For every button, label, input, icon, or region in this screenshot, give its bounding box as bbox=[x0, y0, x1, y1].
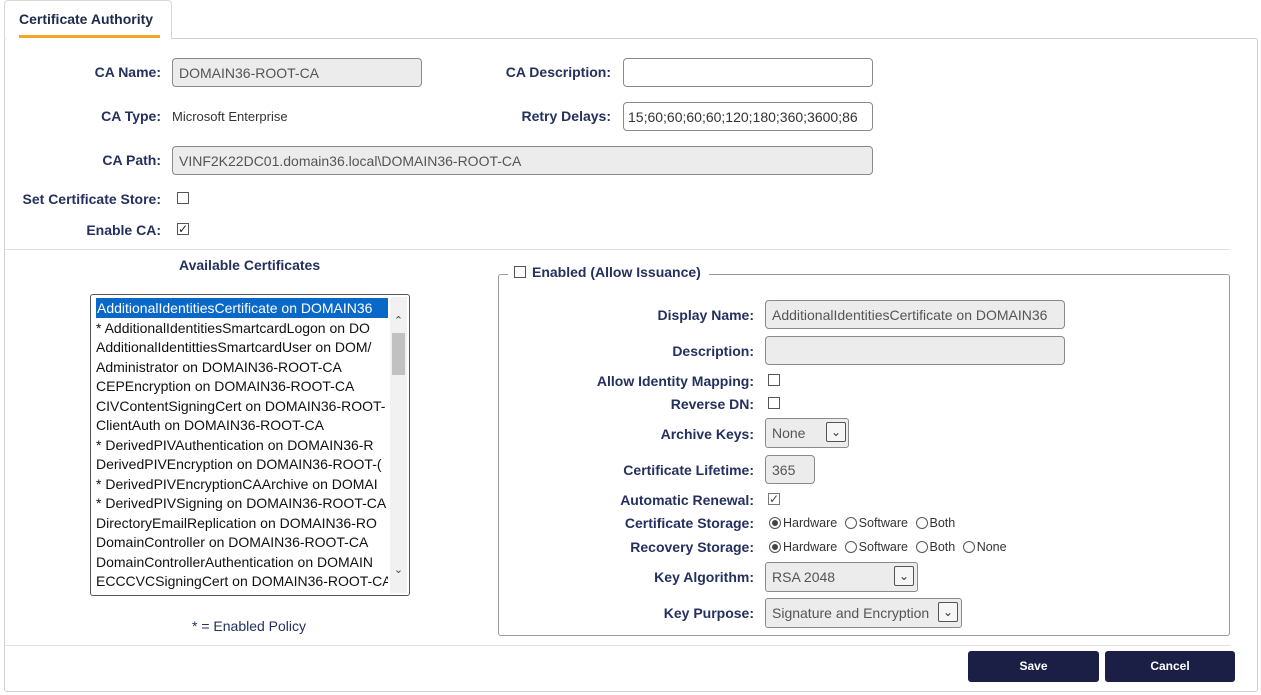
description-field[interactable] bbox=[765, 336, 1065, 365]
cert-storage-software[interactable]: Software bbox=[844, 516, 909, 530]
display-name-label: Display Name: bbox=[657, 307, 754, 323]
certificate-list[interactable]: AdditionalIdentitiesCertificate on DOMAI… bbox=[90, 294, 410, 596]
recovery-hardware-label: Hardware bbox=[783, 540, 838, 554]
identity-mapping-label: Allow Identity Mapping: bbox=[596, 373, 754, 389]
key-algorithm-value: RSA 2048 bbox=[772, 569, 836, 585]
radio-icon[interactable] bbox=[844, 541, 857, 553]
list-item[interactable]: DomainControllerAuthentication on DOMAIN bbox=[96, 552, 388, 572]
check-icon: ✓ bbox=[769, 492, 780, 506]
identity-mapping-checkbox[interactable] bbox=[768, 374, 780, 386]
recovery-both[interactable]: Both bbox=[915, 540, 956, 554]
radio-icon[interactable] bbox=[915, 517, 928, 529]
enabled-issuance-checkbox[interactable] bbox=[514, 266, 526, 278]
key-algorithm-label: Key Algorithm: bbox=[654, 569, 754, 585]
ca-description-label: CA Description: bbox=[505, 64, 611, 80]
list-item[interactable]: CIVContentSigningCert on DOMAIN36-ROOT- bbox=[96, 396, 388, 416]
ca-name-label: CA Name: bbox=[94, 64, 161, 80]
radio-icon[interactable] bbox=[915, 541, 928, 553]
list-item[interactable]: * DerivedPIVSigning on DOMAIN36-ROOT-CA bbox=[96, 493, 388, 513]
list-item[interactable]: ClientAuth on DOMAIN36-ROOT-CA bbox=[96, 415, 388, 435]
recovery-none-label: None bbox=[976, 540, 1007, 554]
ca-type-label: CA Type: bbox=[101, 108, 161, 124]
archive-keys-label: Archive Keys: bbox=[660, 426, 754, 442]
radio-icon[interactable] bbox=[962, 541, 975, 553]
cancel-button[interactable]: Cancel bbox=[1105, 651, 1235, 682]
ca-description-field[interactable] bbox=[623, 58, 873, 87]
cert-storage-software-label: Software bbox=[858, 516, 909, 530]
section-divider bbox=[5, 249, 1230, 250]
enabled-policy-footnote: * = Enabled Policy bbox=[192, 618, 307, 634]
recovery-storage-label: Recovery Storage: bbox=[630, 539, 754, 555]
recovery-none[interactable]: None bbox=[962, 540, 1007, 554]
tab-label: Certificate Authority bbox=[19, 11, 154, 27]
list-item[interactable]: * DerivedPIVAuthentication on DOMAIN36-R bbox=[96, 435, 388, 455]
enabled-allow-issuance[interactable]: Enabled (Allow Issuance) bbox=[508, 264, 709, 280]
key-purpose-select[interactable]: Signature and Encryption ⌄ bbox=[765, 598, 962, 628]
chevron-down-icon[interactable]: ⌄ bbox=[938, 602, 958, 622]
available-certificates-title: Available Certificates bbox=[179, 257, 321, 273]
cert-storage-both-label: Both bbox=[929, 516, 956, 530]
chevron-down-icon[interactable]: ⌄ bbox=[894, 566, 914, 586]
key-purpose-value: Signature and Encryption bbox=[772, 605, 930, 621]
ca-type-value: Microsoft Enterprise bbox=[172, 109, 288, 124]
list-scrollbar[interactable]: ⌃ ⌄ bbox=[390, 297, 407, 593]
enable-ca-label: Enable CA: bbox=[86, 222, 161, 238]
list-item[interactable]: DerivedPIVEncryption on DOMAIN36-ROOT-( bbox=[96, 454, 388, 474]
display-name-field[interactable]: AdditionalIdentitiesCertificate on DOMAI… bbox=[765, 300, 1065, 329]
set-cert-store-label: Set Certificate Store: bbox=[22, 191, 161, 207]
list-item[interactable]: AdditionalIdentittiesSmartcardUser on DO… bbox=[96, 337, 388, 357]
archive-keys-value: None bbox=[772, 425, 806, 441]
save-button[interactable]: Save bbox=[968, 651, 1099, 682]
cert-storage-hardware-label: Hardware bbox=[783, 516, 838, 530]
ca-path-label: CA Path: bbox=[102, 152, 161, 168]
enabled-issuance-label: Enabled (Allow Issuance) bbox=[532, 264, 701, 280]
scroll-down-icon[interactable]: ⌄ bbox=[390, 562, 407, 579]
recovery-both-label: Both bbox=[929, 540, 956, 554]
list-item[interactable]: Administrator on DOMAIN36-ROOT-CA bbox=[96, 357, 388, 377]
tab-active-indicator bbox=[19, 35, 160, 38]
cert-storage-both[interactable]: Both bbox=[915, 516, 956, 530]
automatic-renewal-label: Automatic Renewal: bbox=[620, 492, 754, 508]
archive-keys-select[interactable]: None ⌄ bbox=[765, 418, 849, 448]
list-item[interactable]: ECCCVCSigningCert on DOMAIN36-ROOT-CA bbox=[96, 571, 388, 591]
list-item[interactable]: DomainController on DOMAIN36-ROOT-CA bbox=[96, 532, 388, 552]
certificate-lifetime-label: Certificate Lifetime: bbox=[623, 462, 754, 478]
ca-path-field[interactable]: VINF2K22DC01.domain36.local\DOMAIN36-ROO… bbox=[172, 146, 873, 175]
certificate-storage-label: Certificate Storage: bbox=[624, 515, 754, 531]
tab-certificate-authority[interactable]: Certificate Authority bbox=[4, 0, 172, 39]
certificate-lifetime-field[interactable]: 365 bbox=[765, 455, 815, 484]
enable-ca-checkbox[interactable]: ✓ bbox=[177, 223, 189, 235]
list-item[interactable]: DirectoryEmailReplication on DOMAIN36-RO bbox=[96, 513, 388, 533]
ca-name-field[interactable]: DOMAIN36-ROOT-CA bbox=[172, 58, 422, 87]
list-item[interactable]: * AdditionalIdentitiesSmartcardLogon on … bbox=[96, 318, 388, 338]
radio-selected-icon[interactable] bbox=[769, 541, 781, 553]
reverse-dn-checkbox[interactable] bbox=[768, 397, 780, 409]
cert-storage-hardware[interactable]: Hardware bbox=[769, 516, 837, 530]
recovery-storage-options: Hardware Software Both None bbox=[769, 540, 1011, 554]
list-item[interactable]: CEPEncryption on DOMAIN36-ROOT-CA bbox=[96, 376, 388, 396]
description-label: Description: bbox=[672, 343, 754, 359]
radio-selected-icon[interactable] bbox=[769, 517, 781, 529]
reverse-dn-label: Reverse DN: bbox=[670, 396, 754, 412]
key-purpose-label: Key Purpose: bbox=[663, 605, 754, 621]
recovery-software-label: Software bbox=[858, 540, 909, 554]
footer-divider bbox=[5, 645, 1230, 646]
key-algorithm-select[interactable]: RSA 2048 ⌄ bbox=[765, 562, 918, 592]
scroll-thumb[interactable] bbox=[392, 333, 405, 375]
recovery-software[interactable]: Software bbox=[844, 540, 909, 554]
scroll-up-icon[interactable]: ⌃ bbox=[390, 313, 407, 330]
list-item[interactable]: AdditionalIdentitiesCertificate on DOMAI… bbox=[96, 298, 388, 318]
automatic-renewal-checkbox[interactable]: ✓ bbox=[768, 493, 780, 505]
retry-delays-field[interactable]: 15;60;60;60;60;120;180;360;3600;86 bbox=[623, 102, 873, 131]
radio-icon[interactable] bbox=[844, 517, 857, 529]
list-item[interactable]: * DerivedPIVEncryptionCAArchive on DOMAI bbox=[96, 474, 388, 494]
certificate-storage-options: Hardware Software Both bbox=[769, 516, 959, 530]
check-icon: ✓ bbox=[178, 222, 189, 236]
recovery-hardware[interactable]: Hardware bbox=[769, 540, 837, 554]
chevron-down-icon[interactable]: ⌄ bbox=[826, 422, 846, 442]
set-cert-store-checkbox[interactable] bbox=[177, 192, 189, 204]
retry-delays-label: Retry Delays: bbox=[521, 108, 612, 124]
